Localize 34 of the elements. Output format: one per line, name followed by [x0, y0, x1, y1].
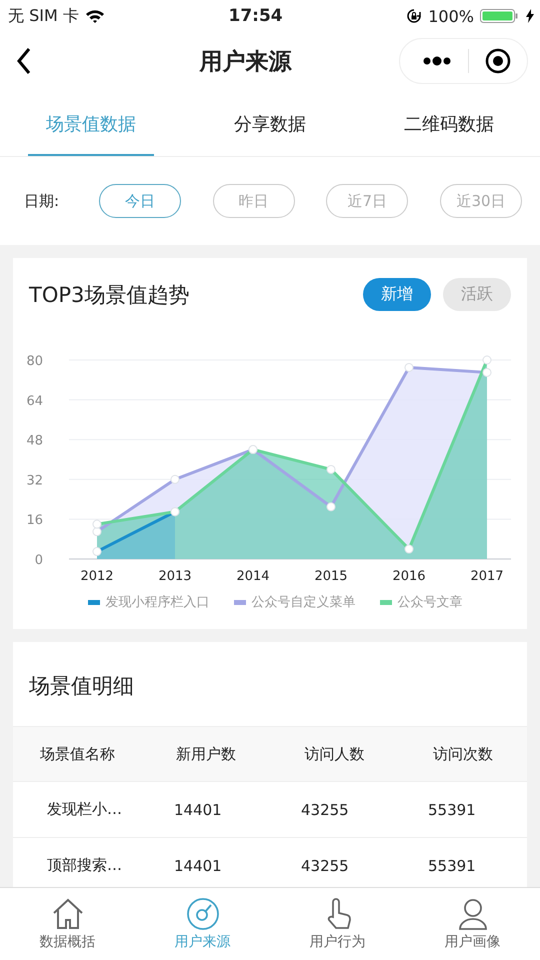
- carrier-label: 无 SIM 卡: [8, 6, 79, 26]
- column-header: 访问次数: [432, 744, 494, 764]
- clock-time: 17:54: [228, 6, 283, 26]
- table-cell-text: 43255: [300, 800, 350, 818]
- table-cell-text: 顶部搜索…: [46, 856, 123, 875]
- card-title: 场景值明细: [28, 673, 135, 700]
- page-title: 用户来源: [200, 48, 292, 76]
- axis-tick-label: 80: [26, 354, 43, 369]
- axis-tick-label: 2016: [392, 569, 426, 584]
- legend-label: 公众号自定义菜单: [252, 594, 356, 611]
- table-cell-text: 55391: [427, 856, 477, 874]
- table-cell-text: 43255: [300, 856, 350, 874]
- table-cell-text: 14401: [173, 800, 223, 818]
- axis-tick-label: 2015: [314, 569, 348, 584]
- axis-tick-label: 16: [26, 513, 43, 528]
- axis-tick-label: 2013: [158, 569, 192, 584]
- column-header: 新用户数: [174, 744, 237, 764]
- axis-tick-label: 2014: [236, 569, 270, 584]
- axis-tick-label: 0: [34, 553, 43, 568]
- legend-label: 发现小程序栏入口: [106, 594, 210, 611]
- battery-percent: 100%: [428, 6, 474, 26]
- axis-tick-label: 48: [26, 434, 43, 449]
- table-cell-text: 55391: [427, 800, 477, 818]
- legend-label: 公众号文章: [398, 594, 462, 611]
- axis-tick-label: 2017: [470, 569, 504, 584]
- date-label: 日期:: [24, 192, 60, 210]
- axis-tick-label: 2012: [80, 569, 114, 584]
- card-title: TOP3场景值趋势: [29, 282, 190, 308]
- axis-tick-label: 32: [26, 473, 43, 488]
- column-header: 访问人数: [303, 744, 366, 764]
- table-cell-text: 发现栏小…: [46, 800, 123, 819]
- table-cell-text: 14401: [173, 856, 223, 874]
- column-header: 场景值名称: [38, 744, 116, 764]
- axis-tick-label: 64: [26, 394, 43, 409]
